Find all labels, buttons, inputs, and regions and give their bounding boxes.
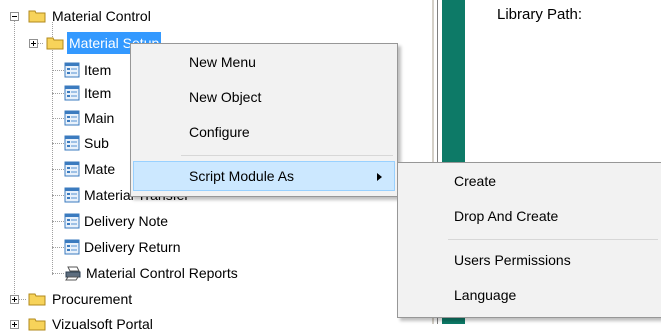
folder-icon	[46, 37, 64, 50]
menu-item-label: Script Module As	[189, 168, 295, 184]
minus-expander-icon[interactable]	[10, 12, 19, 21]
menu-item-label: Language	[454, 287, 517, 303]
tree-item-procurement[interactable]: Procurement	[0, 288, 300, 310]
tree-item-label: Material Control Reports	[86, 265, 238, 281]
menu-item-label: Configure	[189, 124, 250, 140]
form-icon	[64, 161, 80, 177]
menu-item-label: New Object	[189, 89, 262, 105]
menu-item-script-module-as[interactable]: Script Module As	[133, 161, 395, 191]
menu-item-configure[interactable]: Configure	[133, 117, 395, 147]
submenu-item-users-permissions[interactable]: Users Permissions	[400, 245, 660, 275]
plus-expander-icon[interactable]	[10, 320, 19, 329]
tree-item-label: Mate	[84, 161, 116, 177]
tree-item-delivery-return[interactable]: Delivery Return	[0, 236, 300, 258]
context-menu: New Menu New Object Configure Script Mod…	[130, 43, 398, 197]
submenu-item-create[interactable]: Create	[400, 166, 660, 196]
tree-item-label: Vizualsoft Portal	[52, 316, 153, 332]
form-icon	[64, 239, 80, 255]
submenu: Create Drop And Create Users Permissions…	[397, 162, 661, 318]
menu-item-new-menu[interactable]: New Menu	[133, 47, 395, 77]
menu-item-new-object[interactable]: New Object	[133, 82, 395, 112]
tree-guide-line	[52, 195, 64, 196]
folder-icon	[28, 293, 46, 306]
form-icon	[64, 85, 80, 101]
menu-item-label: Users Permissions	[454, 252, 571, 268]
tree-item-label: Sub	[84, 135, 109, 151]
tree-guide-line	[52, 273, 64, 274]
menu-separator	[448, 239, 658, 240]
tree-item-label: Material Control	[52, 8, 151, 24]
form-icon	[64, 110, 80, 126]
submenu-arrow-icon	[377, 173, 382, 181]
tree-guide-line	[52, 70, 64, 71]
submenu-item-language[interactable]: Language	[400, 280, 660, 310]
tree-item-label: Item	[84, 62, 112, 78]
tree-guide-line	[52, 221, 64, 222]
tree-item-material-control[interactable]: Material Control	[0, 5, 300, 27]
menu-item-label: New Menu	[189, 54, 256, 70]
tree-item-label: Item	[84, 85, 112, 101]
menu-item-label: Create	[454, 173, 497, 189]
tree-item-vizualsoft-portal[interactable]: Vizualsoft Portal	[0, 313, 300, 335]
menu-item-label: Drop And Create	[454, 208, 559, 224]
printer-icon	[65, 266, 81, 281]
plus-expander-icon[interactable]	[10, 295, 19, 304]
tree-item-label: Procurement	[52, 291, 133, 307]
form-icon	[64, 62, 80, 78]
tree-item-label: Delivery Return	[84, 239, 181, 255]
form-icon	[64, 135, 80, 151]
form-icon	[64, 187, 80, 203]
tree-item-delivery-note[interactable]: Delivery Note	[0, 210, 300, 232]
tree-item-material-control-reports[interactable]: Material Control Reports	[0, 262, 300, 284]
tree-item-label: Main	[84, 110, 115, 126]
folder-icon	[28, 318, 46, 331]
tree-guide-line	[52, 143, 64, 144]
library-path-label: Library Path:	[497, 6, 583, 23]
folder-icon	[28, 10, 46, 23]
tree-guide-line	[52, 247, 64, 248]
form-icon	[64, 213, 80, 229]
tree-item-label: Delivery Note	[84, 213, 169, 229]
tree-guide-line	[52, 169, 64, 170]
plus-expander-icon[interactable]	[29, 39, 38, 48]
menu-separator	[181, 155, 393, 156]
submenu-item-drop-and-create[interactable]: Drop And Create	[400, 201, 660, 231]
tree-guide-line	[52, 93, 64, 94]
tree-guide-line	[52, 118, 64, 119]
